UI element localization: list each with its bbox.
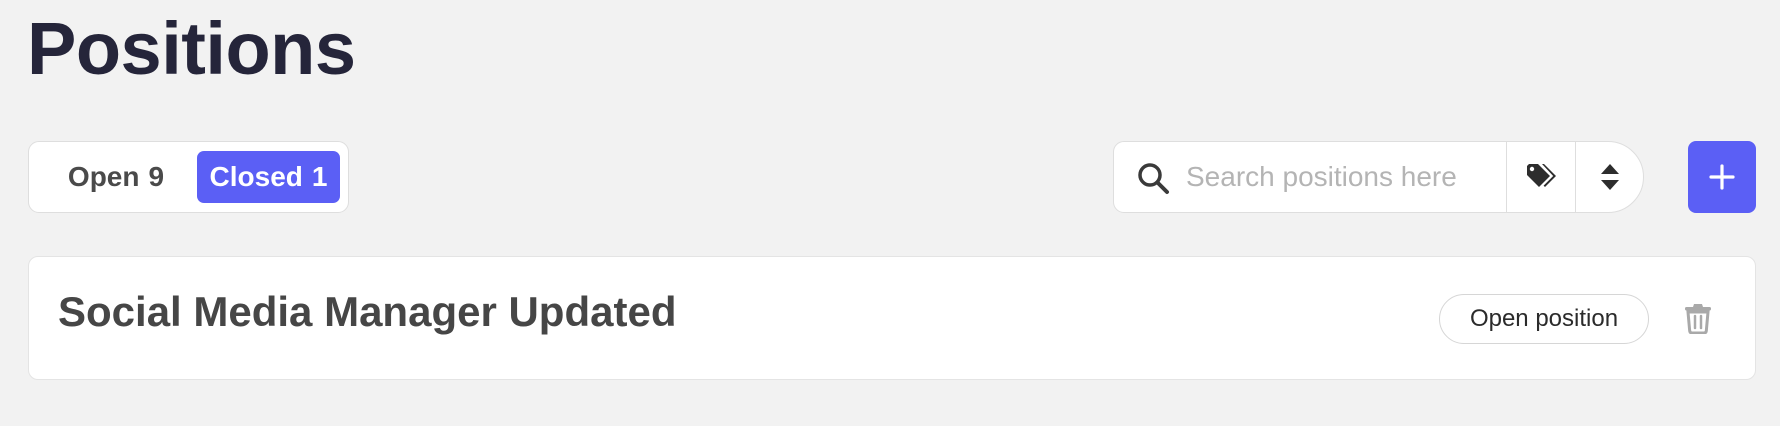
open-filter-label: Open: [67, 161, 140, 192]
open-position-button[interactable]: Open position: [1439, 294, 1649, 344]
closed-filter-label: Closed: [209, 161, 303, 192]
sort-button[interactable]: [1576, 142, 1643, 212]
plus-icon: [1709, 164, 1735, 190]
page-title: Positions: [27, 7, 356, 90]
closed-filter-count: 1: [311, 161, 328, 192]
status-filter: Open 9 Closed 1: [28, 141, 349, 213]
closed-filter-button[interactable]: Closed 1: [197, 151, 340, 203]
search-input[interactable]: [1186, 152, 1486, 202]
position-card: Social Media Manager Updated Open positi…: [28, 256, 1756, 380]
search-bar: [1113, 141, 1644, 213]
sort-icon: [1600, 164, 1619, 190]
add-position-button[interactable]: [1688, 141, 1756, 213]
tags-icon: [1527, 164, 1556, 187]
positions-page: Positions Open 9 Closed 1 Search positio…: [0, 0, 1780, 426]
trash-icon: [1685, 304, 1711, 334]
tags-filter-button[interactable]: [1507, 142, 1575, 212]
search-icon: [1138, 163, 1169, 194]
delete-position-button[interactable]: [1677, 295, 1719, 341]
position-title: Social Media Manager Updated: [58, 288, 677, 335]
open-filter-button[interactable]: Open 9: [41, 151, 191, 203]
open-filter-count: 9: [148, 161, 165, 192]
